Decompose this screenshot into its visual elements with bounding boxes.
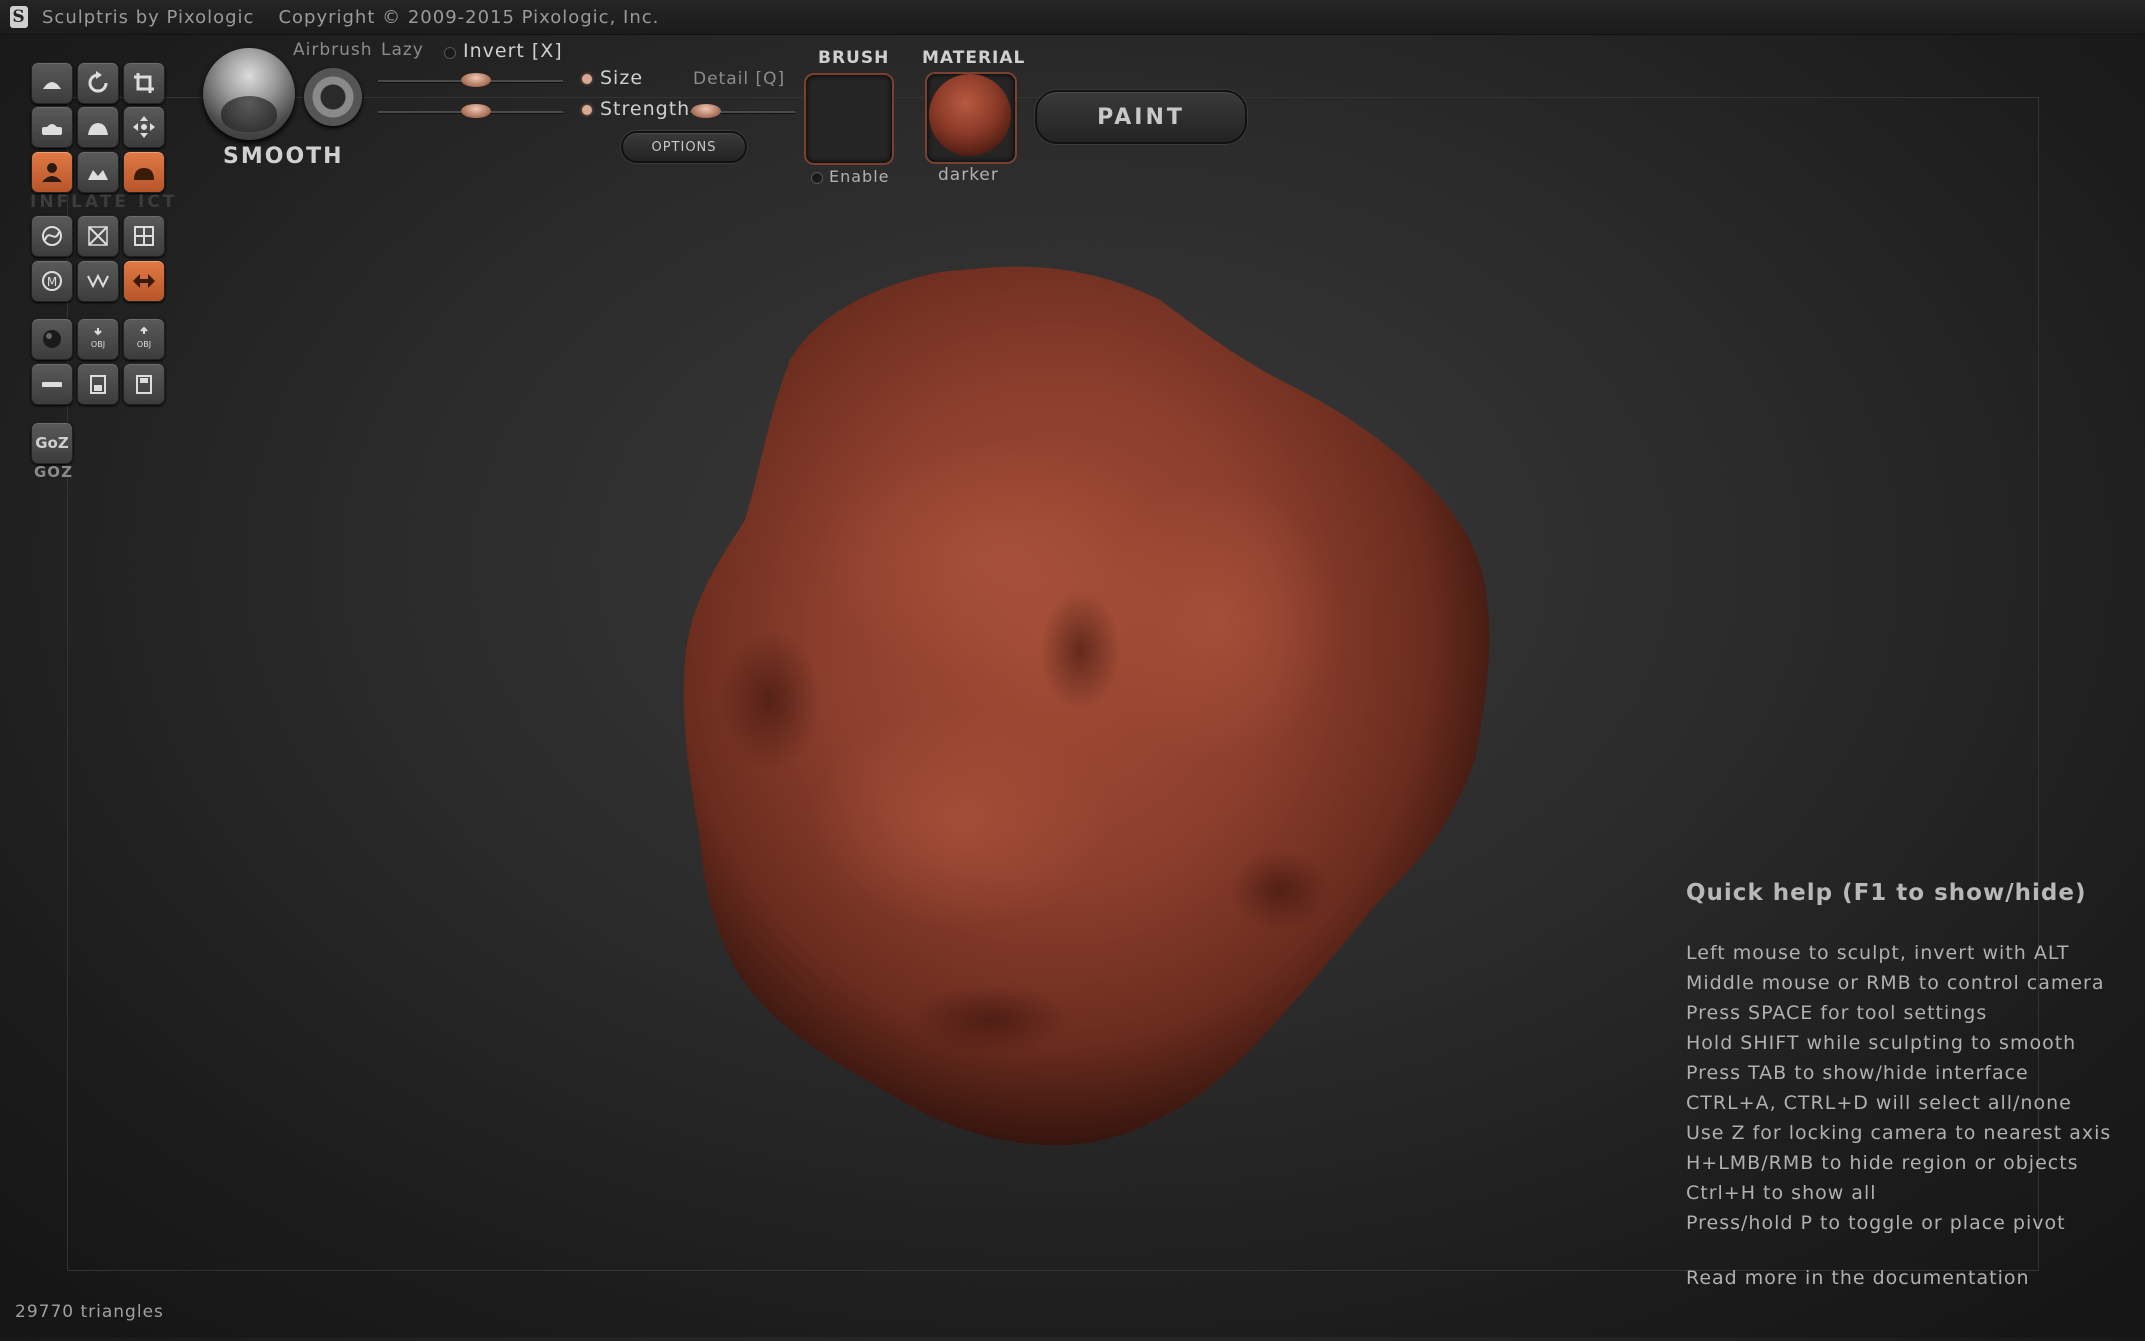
quick-help-line: Use Z for locking camera to nearest axis [1686,1122,2112,1144]
draw-icon [43,82,61,89]
pinch-icon [88,170,108,180]
detail-slider-handle[interactable] [690,104,721,118]
open-file-tool-button[interactable] [77,363,119,405]
quick-help-line: CTRL+A, CTRL+D will select all/none [1686,1092,2072,1114]
lazy-toggle[interactable]: Lazy [381,40,424,60]
material-preview-ball[interactable] [929,74,1011,156]
reduce-selection-icon [88,226,108,246]
sculptris-logo-icon: S [10,6,28,28]
symmetry-icon [133,274,155,288]
options-button[interactable]: OPTIONS [621,131,747,163]
draw-tool-button[interactable] [31,62,73,104]
symmetry-tool-button[interactable] [123,260,165,302]
brush-panel-title: BRUSH [818,48,890,68]
quick-help-title: Quick help (F1 to show/hide) [1686,880,2087,906]
quick-help-line: H+LMB/RMB to hide region or objects [1686,1152,2079,1174]
wireframe-tool-button[interactable] [77,260,119,302]
quick-help-line: Press TAB to show/hide interface [1686,1062,2029,1084]
svg-text:OBJ: OBJ [91,340,105,349]
airbrush-toggle[interactable]: Airbrush [293,40,373,60]
documentation-link[interactable]: Read more in the documentation [1686,1267,2030,1289]
subdivide-all-icon [134,226,154,246]
size-slider-handle[interactable] [461,73,492,87]
import-obj-tool-button[interactable]: OBJ [77,318,119,360]
open-file-icon [90,375,106,394]
window-title: Sculptris by Pixologic [42,6,255,28]
flatten-tool-button[interactable] [31,106,73,148]
strength-label: Strength [600,98,691,120]
mask-tool-button[interactable]: M [31,260,73,302]
quick-help-line: Press SPACE for tool settings [1686,1002,1988,1024]
quick-help-line: Press/hold P to toggle or place pivot [1686,1212,2066,1234]
quick-help-line: Ctrl+H to show all [1686,1182,1877,1204]
new-sphere-tool-button[interactable] [31,318,73,360]
export-obj-icon: OBJ [137,326,151,349]
material-name: darker [938,165,999,185]
goz-label: GOZ [34,463,73,481]
brush-enable-label[interactable]: Enable [829,167,890,186]
flatten-icon [42,124,62,135]
import-obj-icon: OBJ [91,328,105,349]
goz-button[interactable]: GoZ [31,422,73,464]
brush-preview-ball[interactable] [203,48,295,140]
tool-group-label: INFLATE ICT [30,192,178,212]
crease-tool-button[interactable] [77,106,119,148]
mask-icon: M [42,271,62,291]
triangle-count: 29770 triangles [15,1302,164,1322]
strength-indicator [582,105,592,115]
scale-icon [134,73,154,93]
paint-mode-button[interactable]: PAINT [1035,90,1247,144]
grab-move-icon [133,116,155,138]
brush-texture-slot[interactable] [804,73,894,165]
material-panel-title: MATERIAL [922,48,1026,68]
new-sphere-icon [43,330,61,348]
size-indicator [582,74,592,84]
new-plane-tool-button[interactable] [31,363,73,405]
smooth-tool-button[interactable] [123,151,165,193]
pinch-tool-button[interactable] [77,151,119,193]
quick-help-line: Middle mouse or RMB to control camera [1686,972,2105,994]
copyright-text: Copyright © 2009-2015 Pixologic, Inc. [278,6,660,28]
scale-tool-button[interactable] [123,62,165,104]
reduce-selection-tool-button[interactable] [77,215,119,257]
size-label: Size [600,67,644,89]
svg-text:M: M [47,275,57,289]
save-file-icon [136,375,152,394]
detail-label: Detail [Q] [693,69,786,89]
invert-label[interactable]: Invert [X] [463,40,563,62]
brush-name: SMOOTH [223,144,344,169]
quick-help-line: Hold SHIFT while sculpting to smooth [1686,1032,2077,1054]
crease-icon [88,123,108,135]
brush-falloff-button[interactable] [304,68,362,126]
invert-checkbox[interactable] [444,47,456,59]
inflate-icon [42,163,62,182]
save-file-tool-button[interactable] [123,363,165,405]
svg-text:OBJ: OBJ [137,340,151,349]
reduce-brush-icon [42,226,62,246]
rotate-icon [88,71,108,93]
quick-help-line: Left mouse to sculpt, invert with ALT [1686,942,2070,964]
reduce-brush-tool-button[interactable] [31,215,73,257]
export-obj-tool-button[interactable]: OBJ [123,318,165,360]
rotate-tool-button[interactable] [77,62,119,104]
subdivide-all-tool-button[interactable] [123,215,165,257]
wireframe-icon [87,273,109,289]
brush-enable-checkbox[interactable] [811,172,823,184]
new-plane-icon [42,382,62,387]
quick-help-list: Left mouse to sculpt, invert with ALT Mid… [1686,938,2111,1238]
inflate-tool-button[interactable] [31,151,73,193]
strength-slider-handle[interactable] [461,104,492,118]
smooth-icon [134,168,154,180]
title-bar: S Sculptris by Pixologic Copyright © 200… [0,0,2145,35]
grab-move-tool-button[interactable] [123,106,165,148]
